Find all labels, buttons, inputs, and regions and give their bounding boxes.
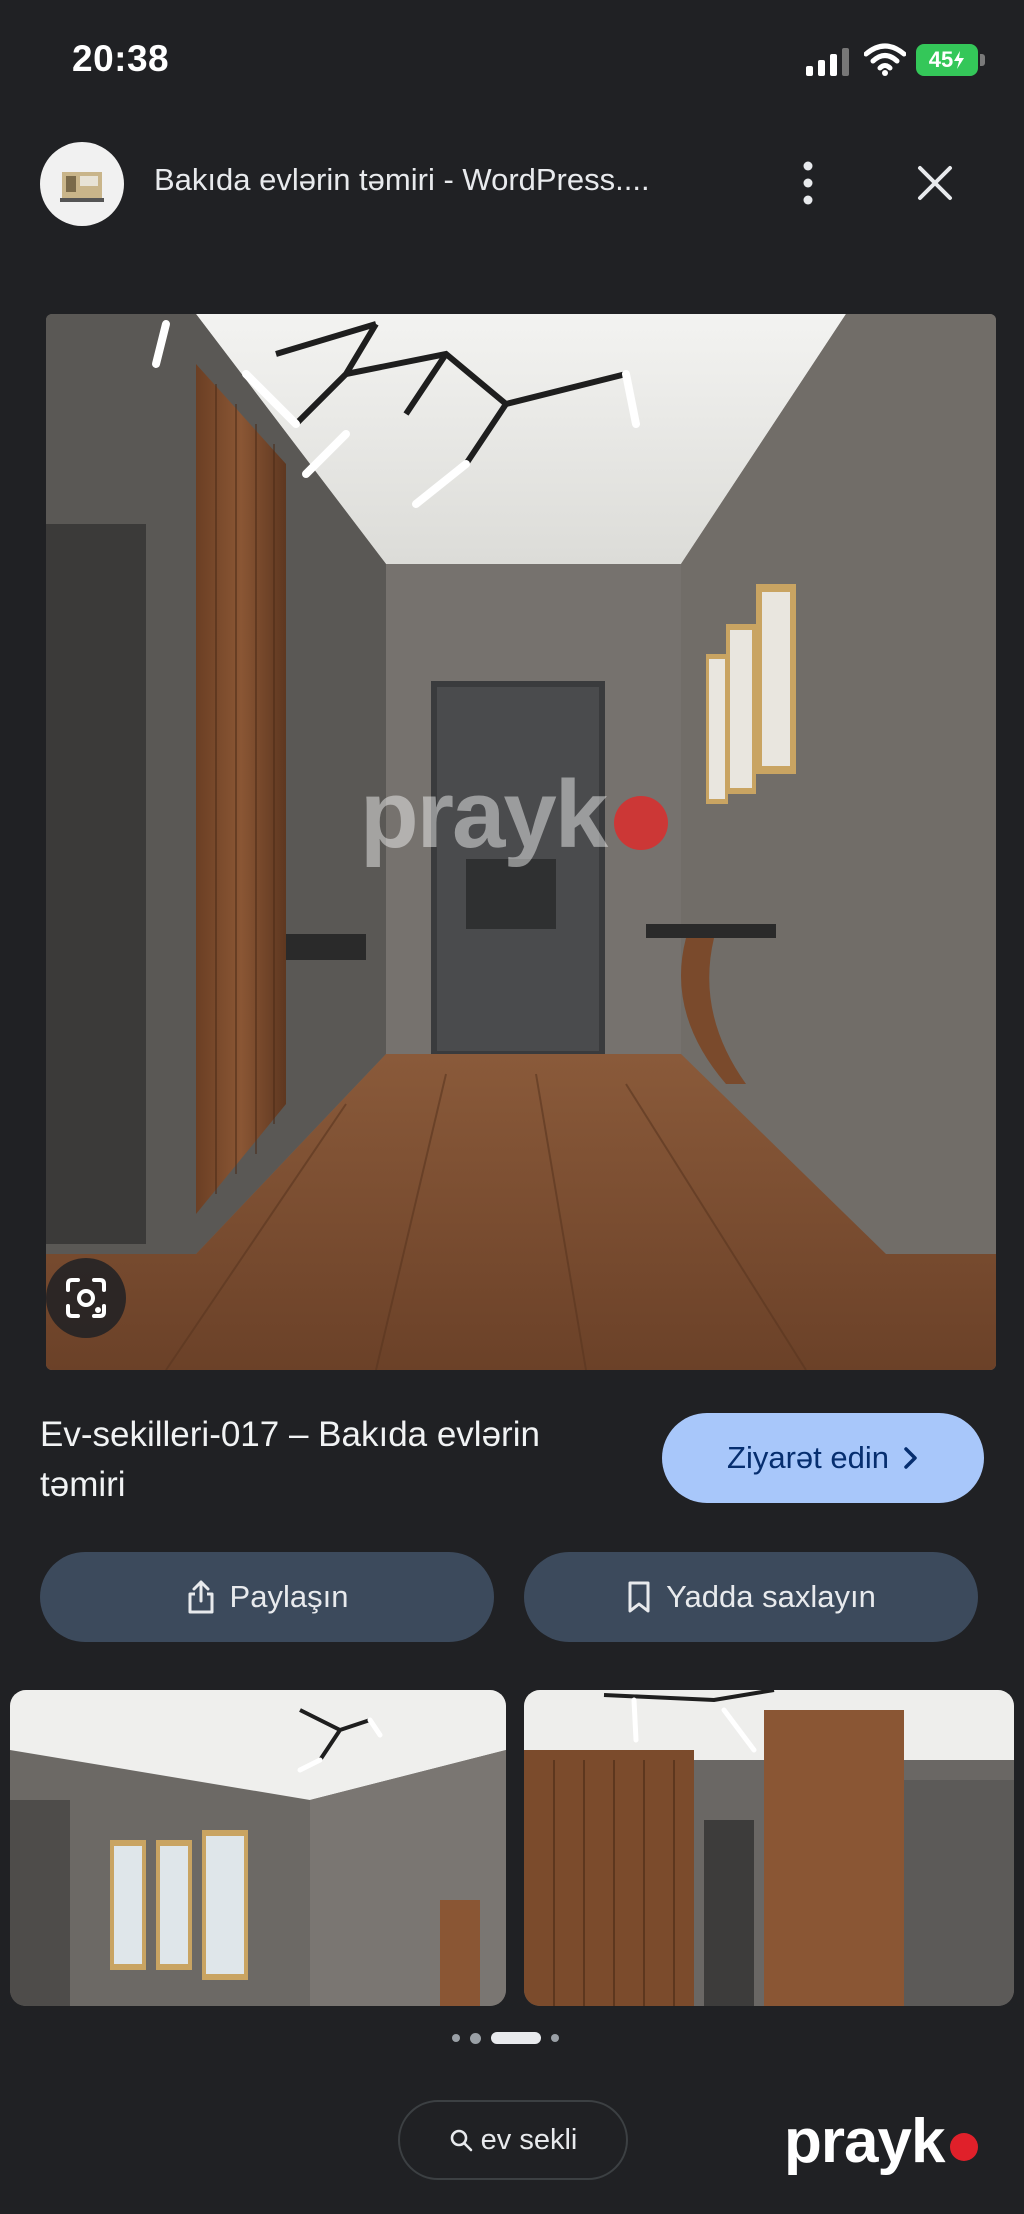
carousel-indicator xyxy=(452,2030,559,2046)
watermark-logo: prayk xyxy=(784,2106,979,2177)
charging-bolt-icon xyxy=(954,51,965,69)
close-icon[interactable] xyxy=(912,160,958,206)
chevron-right-icon xyxy=(904,1447,917,1469)
image-watermark-text: prayk xyxy=(360,761,608,868)
search-icon xyxy=(450,2129,472,2152)
wifi-icon xyxy=(864,43,906,76)
carousel-dot-active xyxy=(491,2032,541,2044)
visit-button-label: Ziyarət edin xyxy=(727,1440,889,1475)
watermark-text: prayk xyxy=(784,2107,945,2176)
share-button[interactable]: Paylaşın xyxy=(40,1552,494,1642)
related-image-thumbnail[interactable] xyxy=(524,1690,1014,2006)
related-image-1 xyxy=(10,1690,506,2006)
watermark-dot xyxy=(950,2132,979,2161)
image-watermark-dot xyxy=(614,796,669,850)
query-chip-label: ev sekli xyxy=(480,2123,578,2156)
bookmark-icon xyxy=(628,1581,650,1613)
related-image-2 xyxy=(524,1690,1014,2006)
cellular-signal-icon xyxy=(806,48,849,76)
site-favicon[interactable] xyxy=(40,142,124,226)
share-button-label: Paylaşın xyxy=(229,1579,349,1614)
main-image[interactable]: prayk xyxy=(46,314,996,1370)
share-icon xyxy=(188,1580,214,1614)
carousel-dot xyxy=(551,2034,559,2042)
status-time: 20:38 xyxy=(72,38,170,79)
site-logo-icon xyxy=(60,172,104,202)
search-query-chip[interactable]: ev sekli xyxy=(398,2100,628,2180)
save-button[interactable]: Yadda saxlayın xyxy=(524,1552,978,1642)
battery-indicator: 45 xyxy=(916,44,978,76)
save-button-label: Yadda saxlayın xyxy=(666,1579,876,1614)
header-title: Bakıda evlərin təmiri - WordPress.... xyxy=(154,162,650,197)
carousel-dot xyxy=(470,2032,481,2044)
related-image-thumbnail[interactable] xyxy=(10,1690,506,2006)
image-watermark: prayk xyxy=(360,760,669,870)
lens-search-button[interactable] xyxy=(46,1258,126,1338)
battery-level: 45 xyxy=(928,47,954,72)
result-title: Ev-sekilleri-017 – Bakıda evlərin təmiri xyxy=(40,1415,540,1504)
battery-tip xyxy=(980,54,985,66)
visit-button[interactable]: Ziyarət edin xyxy=(662,1413,984,1503)
more-options-icon[interactable] xyxy=(796,160,820,206)
carousel-dot xyxy=(452,2034,460,2042)
lens-icon xyxy=(66,1278,106,1318)
